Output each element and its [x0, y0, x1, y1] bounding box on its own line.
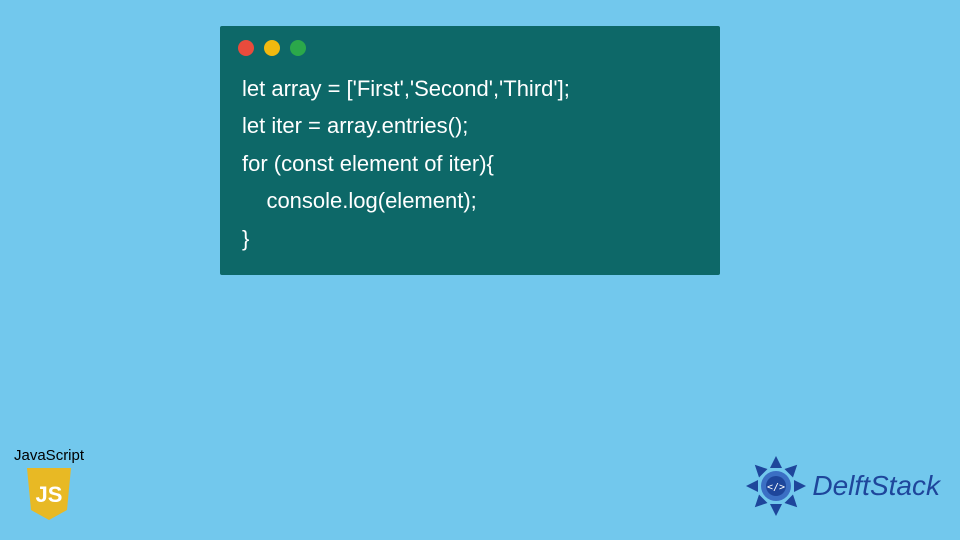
code-line: console.log(element); [242, 188, 477, 213]
brand-logo-icon: </> [744, 454, 808, 518]
javascript-label: JavaScript [14, 447, 84, 464]
code-line: for (const element of iter){ [242, 151, 494, 176]
minimize-icon [264, 40, 280, 56]
close-icon [238, 40, 254, 56]
maximize-icon [290, 40, 306, 56]
code-block: let array = ['First','Second','Third']; … [220, 64, 720, 257]
code-window: let array = ['First','Second','Third']; … [220, 26, 720, 275]
window-titlebar [220, 26, 720, 64]
svg-text:</>: </> [767, 482, 785, 493]
shield-text: JS [36, 482, 63, 507]
brand-name: DelftStack [812, 470, 940, 502]
javascript-badge: JavaScript JS [14, 447, 84, 522]
code-line: } [242, 226, 249, 251]
brand: </> DelftStack [744, 454, 940, 518]
code-line: let iter = array.entries(); [242, 113, 468, 138]
javascript-shield-icon: JS [24, 466, 74, 522]
code-line: let array = ['First','Second','Third']; [242, 76, 570, 101]
